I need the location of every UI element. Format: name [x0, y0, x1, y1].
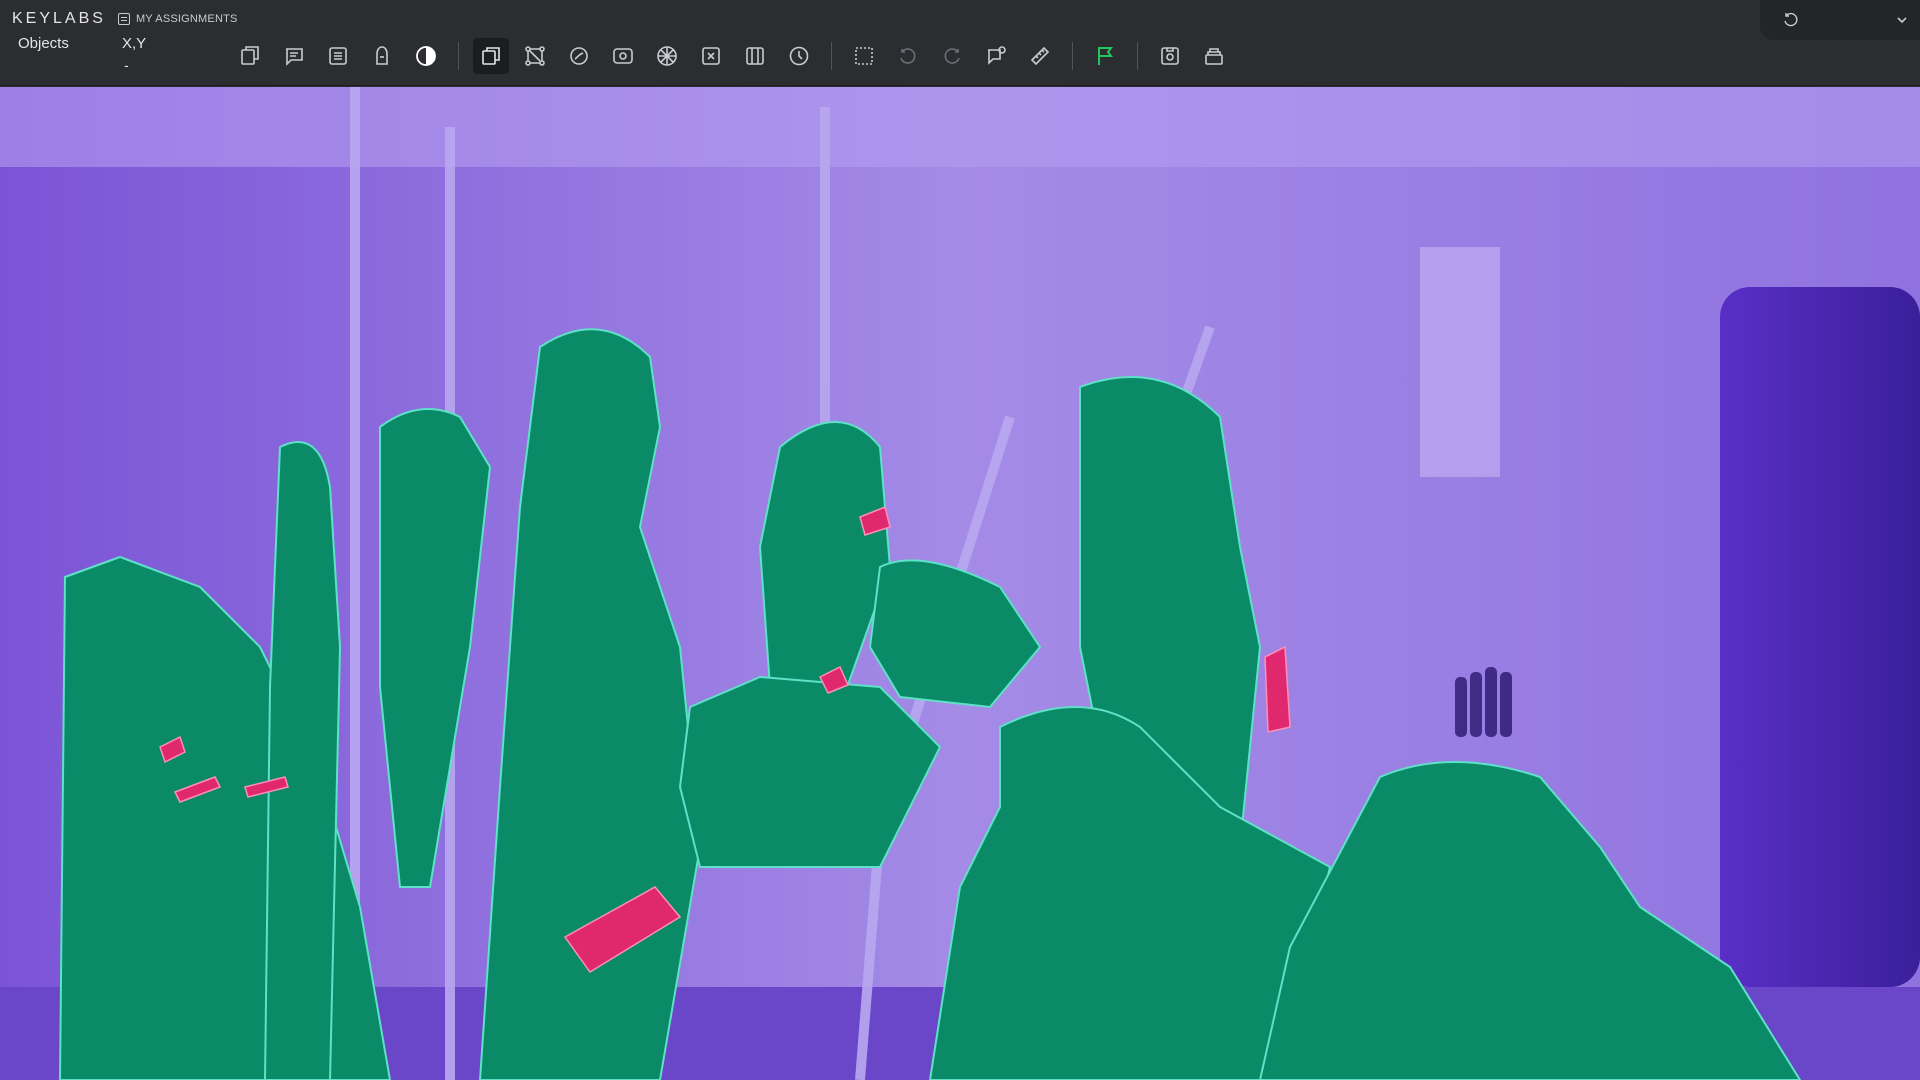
flag-icon[interactable]: [1087, 38, 1123, 74]
tool-strip: [232, 38, 1240, 74]
smart-segment-icon[interactable]: [561, 38, 597, 74]
window-right: [1720, 287, 1920, 987]
selection-icon[interactable]: [846, 38, 882, 74]
door-panel: [1420, 247, 1500, 477]
magic-select-icon[interactable]: [693, 38, 729, 74]
copy-layer-icon[interactable]: [473, 38, 509, 74]
undo-icon[interactable]: [890, 38, 926, 74]
toolbar-separator: [458, 42, 459, 70]
mesh-icon[interactable]: [649, 38, 685, 74]
redo-icon[interactable]: [934, 38, 970, 74]
user-menu[interactable]: [1760, 0, 1920, 40]
grid-split-icon[interactable]: [737, 38, 773, 74]
rectangle-tool-icon[interactable]: [232, 38, 268, 74]
top-toolbar: KEYLABS MY ASSIGNMENTS Objects X,Y -: [0, 0, 1920, 86]
stack-icon[interactable]: [1196, 38, 1232, 74]
brand-area: KEYLABS MY ASSIGNMENTS: [12, 8, 238, 30]
ceiling: [0, 87, 1920, 167]
ruler-icon[interactable]: [1022, 38, 1058, 74]
auto-annotate-icon[interactable]: [605, 38, 641, 74]
timer-icon[interactable]: [781, 38, 817, 74]
screenshot-icon[interactable]: [1152, 38, 1188, 74]
person-mask: [263, 441, 342, 1080]
feedback-icon[interactable]: [978, 38, 1014, 74]
toolbar-separator: [1137, 42, 1138, 70]
segmented-image[interactable]: [0, 87, 1920, 1080]
my-assignments-link[interactable]: MY ASSIGNMENTS: [117, 13, 238, 25]
assignments-icon: [117, 13, 130, 25]
objects-panel-label[interactable]: Objects: [18, 35, 69, 52]
annotation-canvas[interactable]: [0, 87, 1920, 1080]
brush-mask-icon[interactable]: [364, 38, 400, 74]
coordinates-label: X,Y: [122, 35, 147, 52]
history-icon[interactable]: [1782, 12, 1798, 28]
phone-mask: [1264, 645, 1291, 733]
toolbar-separator: [831, 42, 832, 70]
toolbar-separator: [1072, 42, 1073, 70]
my-assignments-label: MY ASSIGNMENTS: [135, 13, 238, 25]
coordinates-value: -: [124, 57, 129, 73]
chevron-down-icon[interactable]: [1896, 14, 1908, 26]
polygon-points-icon[interactable]: [517, 38, 553, 74]
comment-tool-icon[interactable]: [276, 38, 312, 74]
keylabs-logo[interactable]: KEYLABS: [12, 10, 106, 28]
list-tool-icon[interactable]: [320, 38, 356, 74]
contrast-icon[interactable]: [408, 38, 444, 74]
